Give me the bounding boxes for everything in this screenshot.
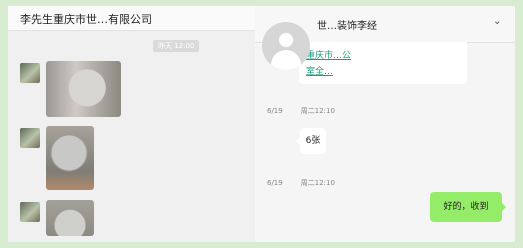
sender-avatar[interactable] [20,128,40,148]
chevron-down-icon[interactable]: ⌄ [493,16,501,27]
timestamp-time: 周二12:10 [300,179,335,187]
image-message[interactable] [46,200,94,236]
chat-window: 李先生重庆市世…有限公司 昨天 12:00 世…装饰李经 ⌄ 重庆市…公 室全…… [8,6,515,242]
sender-avatar[interactable] [20,63,40,83]
link-message[interactable]: 重庆市…公 室全… [299,42,467,84]
timestamp-date: 6/19 [267,179,283,187]
sender-avatar[interactable] [20,202,40,222]
time-divider: 昨天 12:00 [153,40,200,52]
timestamp-time: 周二12:10 [300,107,335,115]
timestamp-date: 6/19 [267,107,283,115]
left-chat-pane: 李先生重庆市世…有限公司 昨天 12:00 [8,6,255,242]
contact-avatar[interactable] [262,22,310,70]
avatar-head-shape [279,33,293,47]
link-text[interactable]: 室全… [306,64,333,77]
message-timestamp: 6/19 周二12:10 [267,178,335,188]
left-chat-title: 李先生重庆市世…有限公司 [20,13,152,26]
incoming-message[interactable]: 6张 [296,128,326,154]
message-timestamp: 6/19 周二12:10 [267,106,335,116]
link-text[interactable]: 重庆市…公 [306,48,351,61]
contact-name: 世…装饰李经 [317,21,377,32]
avatar-body-shape [271,50,301,70]
image-message[interactable] [46,126,94,190]
left-chat-header: 李先生重庆市世…有限公司 [8,6,255,31]
outgoing-message[interactable]: 好的，收到 [430,192,506,222]
image-message[interactable] [46,61,121,117]
